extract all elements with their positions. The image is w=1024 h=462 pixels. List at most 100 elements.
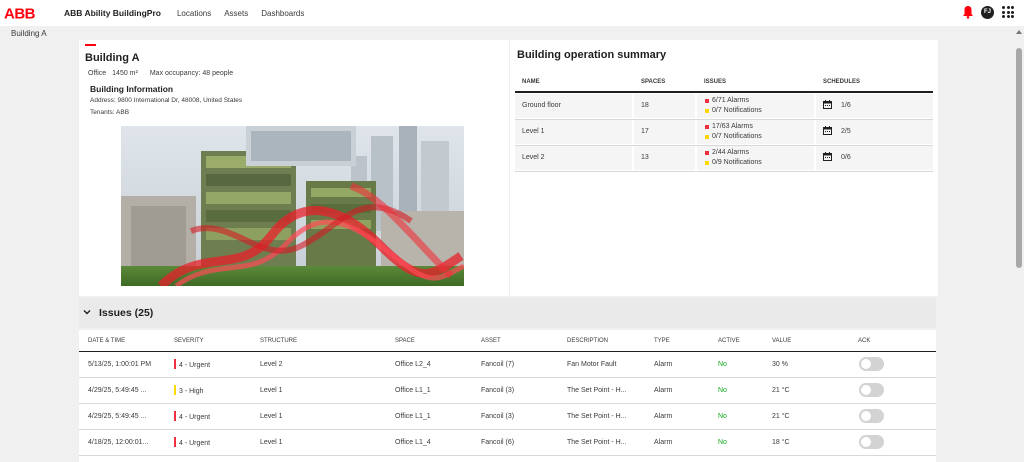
ack-toggle[interactable] (859, 409, 884, 423)
issue-severity: 3 - High (179, 387, 204, 395)
issue-structure: Level 1 (260, 439, 283, 446)
table-row[interactable]: 4/18/25, 12:00:01... 4 - Urgent Level 1 … (79, 430, 936, 456)
alarm-icon (705, 98, 709, 103)
issue-date: 4/29/25, 5:49:45 ... (88, 413, 147, 420)
issue-value: 18 °C (772, 439, 790, 446)
severity-indicator (174, 437, 176, 447)
severity-indicator (174, 359, 176, 369)
scroll-up-icon[interactable] (1016, 30, 1022, 34)
issue-asset: Fancoil (6) (481, 439, 515, 446)
building-area: 1450 m² (112, 70, 138, 77)
issue-severity: 4 - Urgent (179, 361, 211, 369)
chevron-down-icon[interactable] (83, 308, 91, 316)
floor-name: Level 1 (522, 128, 545, 135)
col-name: NAME (522, 79, 540, 85)
issue-date: 4/18/25, 12:00:01... (88, 439, 149, 446)
scrollbar-thumb[interactable] (1016, 48, 1022, 268)
building-meta: Office 1450 m² Max occupancy: 48 people (88, 70, 233, 77)
col-space[interactable]: SPACE (395, 338, 415, 344)
table-row[interactable]: 4/29/25, 5:49:45 ... 3 - High Level 1 Of… (79, 378, 936, 404)
col-severity[interactable]: SEVERITY (174, 338, 204, 344)
user-avatar[interactable]: FJ (981, 5, 994, 19)
floor-notifications: 0/7 Notifications (712, 107, 762, 114)
calendar-icon (823, 100, 832, 109)
issues-title: Issues (25) (99, 307, 154, 319)
floor-schedules: 0/6 (841, 154, 851, 161)
col-issues: ISSUES (704, 79, 727, 85)
issue-type: Alarm (654, 361, 673, 368)
floor-notifications: 0/7 Notifications (712, 133, 762, 140)
app-grid-icon[interactable] (1002, 6, 1014, 18)
severity-indicator (174, 411, 176, 421)
building-info-title: Building Information (90, 84, 174, 94)
col-spaces: SPACES (641, 79, 666, 85)
nav-assets[interactable]: Assets (224, 9, 248, 18)
app-title[interactable]: ABB Ability BuildingPro (64, 8, 161, 18)
calendar-icon (823, 126, 832, 135)
issue-severity: 4 - Urgent (179, 439, 211, 447)
nav-locations[interactable]: Locations (177, 9, 211, 18)
col-value[interactable]: VALUE (772, 338, 791, 344)
issue-date: 5/13/25, 1:00:01 PM (88, 361, 152, 368)
issue-active: No (718, 439, 727, 446)
issues-section-header[interactable]: Issues (25) (79, 298, 936, 328)
issue-space: Office L1_1 (395, 413, 431, 420)
issue-active: No (718, 413, 727, 420)
building-type: Office (88, 70, 107, 77)
issue-value: 21 °C (772, 413, 790, 420)
issue-space: Office L1_1 (395, 387, 431, 394)
col-structure[interactable]: STRUCTURE (260, 338, 297, 344)
ack-toggle[interactable] (859, 357, 884, 371)
summary-row[interactable]: Ground floor 18 6/71 Alarms 0/7 Notifica… (515, 94, 933, 120)
notification-icon (705, 134, 709, 139)
abb-logo[interactable]: ABB (4, 6, 48, 20)
col-date[interactable]: DATE & TIME (88, 338, 125, 344)
building-tenants: Tenants: ABB (90, 109, 130, 116)
issue-structure: Level 1 (260, 413, 283, 420)
table-row[interactable]: 5/13/25, 1:00:01 PM 4 - Urgent Level 2 O… (79, 352, 936, 378)
floor-alarms: 2/44 Alarms (712, 149, 749, 156)
col-type[interactable]: TYPE (654, 338, 670, 344)
breadcrumb[interactable]: Building A (11, 29, 47, 38)
col-active[interactable]: ACTIVE (718, 338, 740, 344)
ack-toggle[interactable] (859, 435, 884, 449)
summary-row[interactable]: Level 2 13 2/44 Alarms 0/9 Notifications… (515, 146, 933, 172)
issue-value: 30 % (772, 361, 788, 368)
issue-space: Office L1_4 (395, 439, 431, 446)
ack-toggle[interactable] (859, 383, 884, 397)
main-nav: Locations Assets Dashboards (177, 9, 317, 18)
table-row[interactable]: 4/29/25, 5:49:45 ... 4 - Urgent Level 1 … (79, 404, 936, 430)
title-accent (85, 44, 96, 46)
floor-schedules: 1/6 (841, 102, 851, 109)
building-card: Building A Office 1450 m² Max occupancy:… (79, 40, 509, 296)
issue-date: 4/29/25, 5:49:45 ... (88, 387, 147, 394)
building-name: Building A (85, 52, 140, 64)
col-description[interactable]: DESCRIPTION (567, 338, 608, 344)
issue-description: The Set Point - H... (567, 387, 627, 394)
building-photo (121, 126, 464, 286)
svg-text:ABB: ABB (4, 6, 36, 20)
col-asset[interactable]: ASSET (481, 338, 501, 344)
notification-icon (705, 160, 709, 165)
issue-severity: 4 - Urgent (179, 413, 211, 421)
col-ack[interactable]: ACK (858, 338, 870, 344)
floor-spaces: 13 (641, 154, 649, 161)
issue-description: The Set Point - H... (567, 413, 627, 420)
alarm-icon (705, 124, 709, 129)
col-schedules: SCHEDULES (823, 79, 861, 85)
issue-value: 21 °C (772, 387, 790, 394)
bell-icon[interactable] (962, 5, 974, 19)
summary-title: Building operation summary (517, 49, 667, 61)
nav-dashboards[interactable]: Dashboards (261, 9, 304, 18)
severity-indicator (174, 385, 176, 395)
issue-asset: Fancoil (3) (481, 413, 515, 420)
issue-asset: Fancoil (3) (481, 387, 515, 394)
summary-row[interactable]: Level 1 17 17/63 Alarms 0/7 Notification… (515, 120, 933, 146)
building-address: Address: 9800 International Dr, 48008, U… (90, 97, 243, 104)
page-scrollbar[interactable] (1014, 26, 1024, 462)
building-occupancy: Max occupancy: 48 people (149, 70, 234, 77)
issue-structure: Level 1 (260, 387, 283, 394)
floor-notifications: 0/9 Notifications (712, 159, 762, 166)
notification-icon (705, 108, 709, 113)
issue-asset: Fancoil (7) (481, 361, 515, 368)
